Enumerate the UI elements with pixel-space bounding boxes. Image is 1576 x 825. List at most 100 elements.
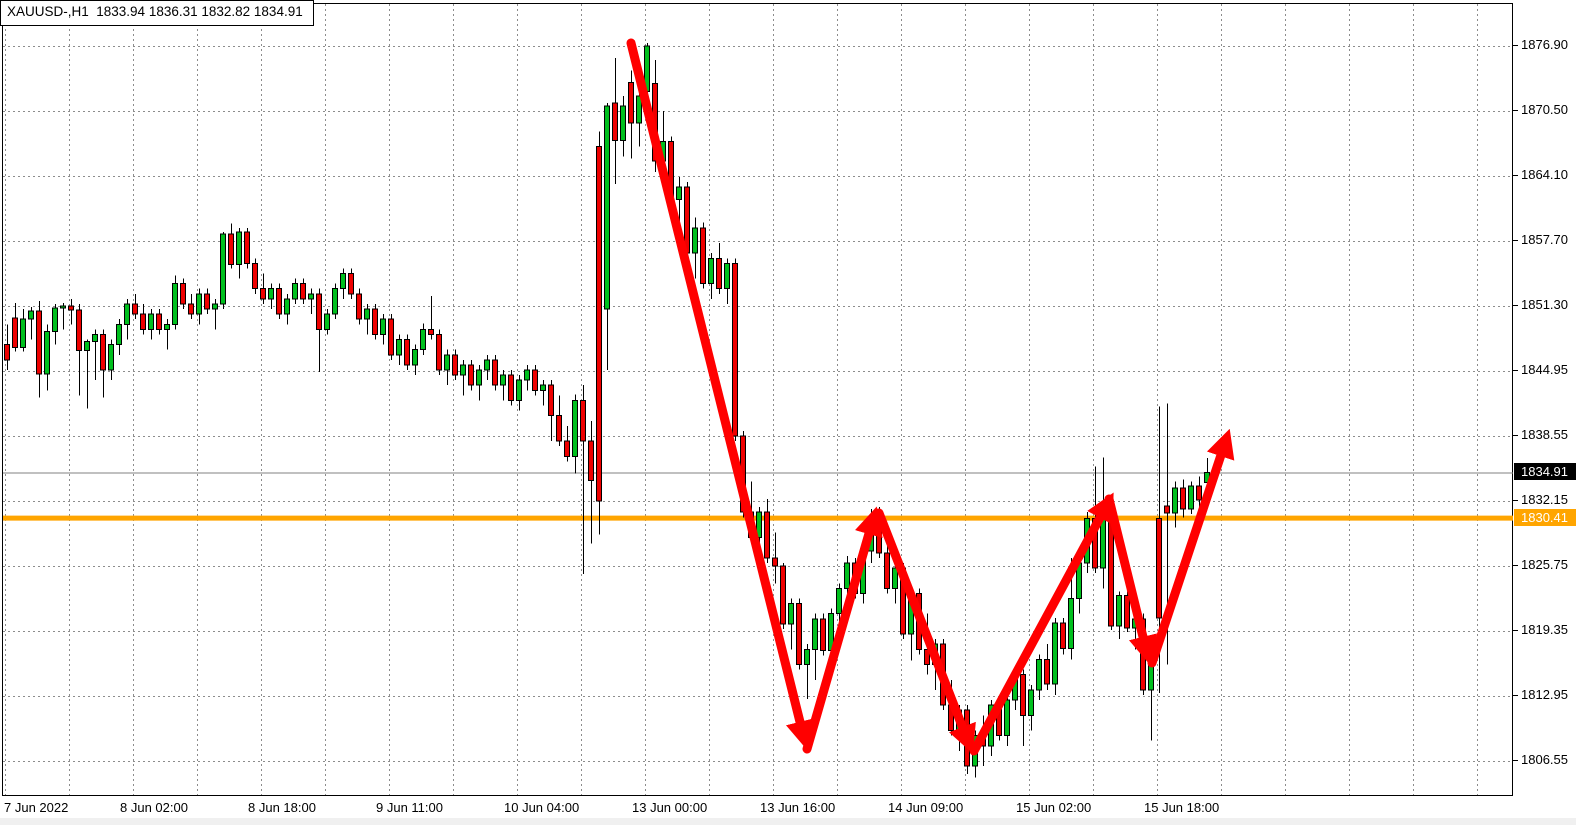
time-axis-label: 13 Jun 00:00: [632, 800, 707, 816]
candle-body: [493, 360, 498, 385]
candle-body: [701, 228, 706, 284]
candle-body: [93, 334, 98, 341]
candle-body: [693, 228, 698, 253]
candle-body: [605, 106, 610, 309]
time-axis-label: 15 Jun 18:00: [1144, 800, 1219, 816]
trend-arrow[interactable]: [631, 43, 801, 726]
candle-body: [13, 318, 18, 347]
candle-body: [141, 314, 146, 329]
price-axis-tick: [1513, 110, 1518, 111]
candle-body: [1037, 659, 1042, 689]
candle-body: [541, 385, 546, 390]
candle-body: [813, 619, 818, 649]
symbol-ohlc-info-box: XAUUSD-,H1 1833.94 1836.31 1832.82 1834.…: [0, 0, 314, 26]
candle-body: [109, 345, 114, 370]
candle-body: [189, 304, 194, 314]
current-price-tag: 1834.91: [1514, 463, 1576, 480]
chart-window: XAUUSD-,H1 1833.94 1836.31 1832.82 1834.…: [0, 0, 1576, 825]
candle-body: [709, 258, 714, 283]
candle-body: [461, 365, 466, 375]
chart-plot-area[interactable]: [2, 3, 1513, 796]
price-axis-label: 1857.70: [1521, 233, 1575, 247]
price-axis-label: 1806.55: [1521, 753, 1575, 767]
candle-body: [1173, 488, 1178, 513]
price-axis-tick: [1513, 305, 1518, 306]
candle-body: [77, 310, 82, 351]
candle-body: [533, 370, 538, 390]
candle-body: [1101, 518, 1106, 568]
candle-body: [509, 375, 514, 400]
price-axis-tick: [1513, 175, 1518, 176]
candle-body: [117, 324, 122, 344]
candle-body: [1061, 623, 1066, 648]
candle-body: [1045, 659, 1050, 683]
candle-body: [125, 304, 130, 324]
candle-body: [845, 563, 850, 588]
candle-body: [333, 289, 338, 314]
candle-body: [797, 604, 802, 665]
candle-body: [837, 588, 842, 613]
candle-body: [229, 234, 234, 264]
candle-body: [789, 604, 794, 624]
candle-body: [365, 309, 370, 319]
candle-body: [717, 258, 722, 288]
time-axis-label: 14 Jun 09:00: [888, 800, 963, 816]
candle-body: [557, 416, 562, 441]
candle-body: [805, 649, 810, 664]
candle-body: [445, 355, 450, 370]
candle-body: [1117, 595, 1122, 625]
candle-body: [277, 289, 282, 314]
price-axis-label: 1844.95: [1521, 363, 1575, 377]
price-axis-tick: [1513, 45, 1518, 46]
candle-body: [1189, 486, 1194, 509]
trend-arrow[interactable]: [879, 513, 964, 731]
candle-body: [1165, 506, 1170, 513]
candle-body: [261, 289, 266, 299]
candle-body: [389, 319, 394, 355]
candle-body: [309, 294, 314, 299]
candle-body: [549, 385, 554, 415]
price-axis-tick: [1513, 435, 1518, 436]
time-axis-label: 8 Jun 02:00: [120, 800, 188, 816]
candle-body: [165, 324, 170, 329]
candle-body: [149, 314, 154, 329]
trend-arrow[interactable]: [1152, 452, 1222, 663]
candle-body: [413, 350, 418, 365]
candle-body: [773, 558, 778, 566]
time-axis-label: 15 Jun 02:00: [1016, 800, 1091, 816]
candle-body: [573, 400, 578, 456]
candle-body: [61, 306, 66, 308]
candle-body: [1149, 665, 1154, 690]
price-axis-label: 1838.55: [1521, 428, 1575, 442]
candle-body: [69, 306, 74, 310]
window-edge: [0, 818, 1576, 825]
time-axis-label: 8 Jun 18:00: [248, 800, 316, 816]
candle-body: [565, 441, 570, 456]
candle-body: [29, 311, 34, 319]
candle-body: [1053, 623, 1058, 684]
trend-arrow[interactable]: [974, 514, 1102, 751]
candle-body: [1109, 518, 1114, 626]
price-axis-label: 1876.90: [1521, 38, 1575, 52]
price-axis-tick: [1513, 565, 1518, 566]
candle-body: [1069, 599, 1074, 649]
candle-body: [781, 566, 786, 624]
candle-body: [453, 355, 458, 375]
candle-body: [821, 619, 826, 650]
candle-body: [1181, 488, 1186, 509]
candle-body: [173, 284, 178, 325]
candle-body: [525, 370, 530, 380]
price-axis-tick: [1513, 240, 1518, 241]
candle-body: [341, 274, 346, 289]
candle-body: [53, 308, 58, 331]
candle-body: [893, 568, 898, 588]
candle-body: [485, 360, 490, 370]
price-axis-label: 1819.35: [1521, 623, 1575, 637]
candle-body: [133, 304, 138, 314]
candle-body: [1021, 675, 1026, 716]
candle-body: [357, 294, 362, 319]
candle-body: [293, 284, 298, 299]
price-axis-label: 1851.30: [1521, 298, 1575, 312]
candle-body: [269, 289, 274, 299]
time-axis-label: 10 Jun 04:00: [504, 800, 579, 816]
